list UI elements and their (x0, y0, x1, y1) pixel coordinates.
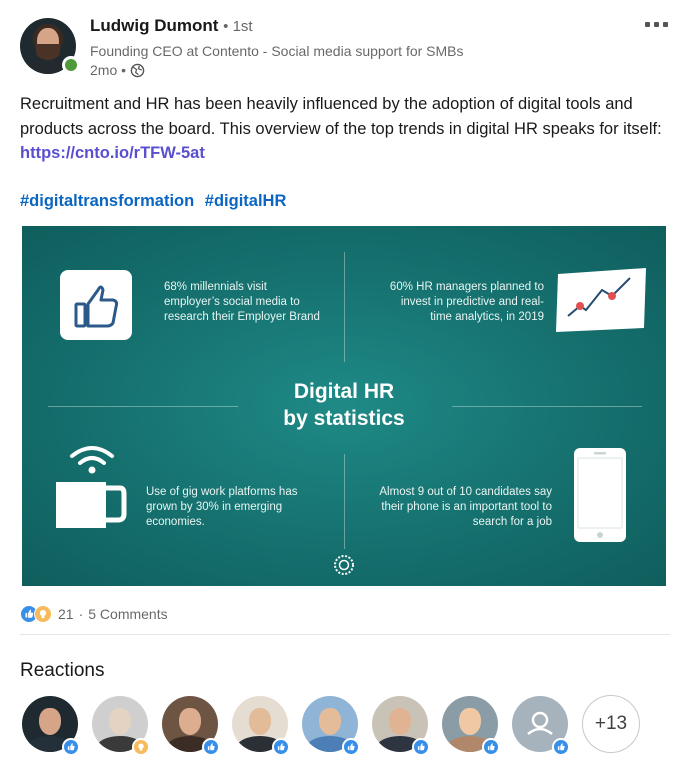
infographic-title-line1: Digital HR (293, 380, 395, 403)
author-headline: Founding CEO at Contento - Social media … (90, 43, 464, 59)
more-reactors-button[interactable]: +13 (582, 695, 640, 753)
divider-line (20, 634, 670, 635)
reaction-icons[interactable] (20, 605, 52, 623)
divider-top (344, 252, 345, 362)
like-icon (342, 738, 360, 756)
stat-millennials: 68% millennials visit employer’s social … (164, 281, 320, 323)
globe-icon (130, 63, 145, 77)
post-header: Ludwig Dumont • 1st Founding CEO at Cont… (20, 14, 670, 84)
hashtags: #digitaltransformation #digitalHR (20, 192, 292, 211)
wifi-icon (70, 446, 114, 474)
infographic-title-line2: by statistics (283, 407, 405, 430)
insightful-icon (34, 605, 52, 623)
post-meta: 2mo • (90, 62, 145, 78)
author-name-line: Ludwig Dumont • 1st (90, 16, 253, 36)
hashtag-digitaltransformation[interactable]: #digitaltransformation (20, 192, 194, 210)
reaction-count[interactable]: 21 (58, 606, 74, 622)
phone-icon (574, 448, 626, 542)
insightful-icon (132, 738, 150, 756)
online-status-indicator (62, 56, 80, 74)
thumbs-up-icon (60, 270, 132, 340)
three-dots-icon[interactable] (642, 14, 670, 34)
like-icon (482, 738, 500, 756)
trend-chart-icon (556, 268, 646, 332)
like-icon (202, 738, 220, 756)
like-icon (272, 738, 290, 756)
divider-left (48, 406, 238, 407)
divider-right (452, 406, 642, 407)
connection-degree: • 1st (223, 18, 253, 35)
divider-bottom (344, 454, 345, 549)
post-text: Recruitment and HR has been heavily infl… (20, 92, 670, 166)
gear-logo-icon (334, 555, 354, 575)
infographic-image[interactable]: 68% millennials visit employer’s social … (22, 226, 666, 586)
post-time: 2mo • (90, 62, 127, 78)
infographic-title: Digital HR by statistics (244, 378, 444, 432)
like-icon (62, 738, 80, 756)
author-name[interactable]: Ludwig Dumont (90, 16, 218, 35)
like-icon (552, 738, 570, 756)
reactions-heading: Reactions (20, 660, 105, 681)
stat-gig-work: Use of gig work platforms has grown by 3… (146, 486, 298, 528)
post-link[interactable]: https://cnto.io/rTFW-5at (20, 144, 205, 162)
stat-hr-managers: 60% HR managers planned to invest in pre… (389, 281, 544, 323)
like-icon (412, 738, 430, 756)
stat-candidates: Almost 9 out of 10 candidates say their … (379, 486, 552, 528)
social-counts: 21 · 5 Comments (20, 602, 168, 626)
comment-count[interactable]: 5 Comments (88, 606, 167, 622)
hashtag-digitalhr[interactable]: #digitalHR (205, 192, 287, 210)
coffee-mug-icon (56, 482, 127, 528)
post-body: Recruitment and HR has been heavily infl… (20, 95, 662, 138)
